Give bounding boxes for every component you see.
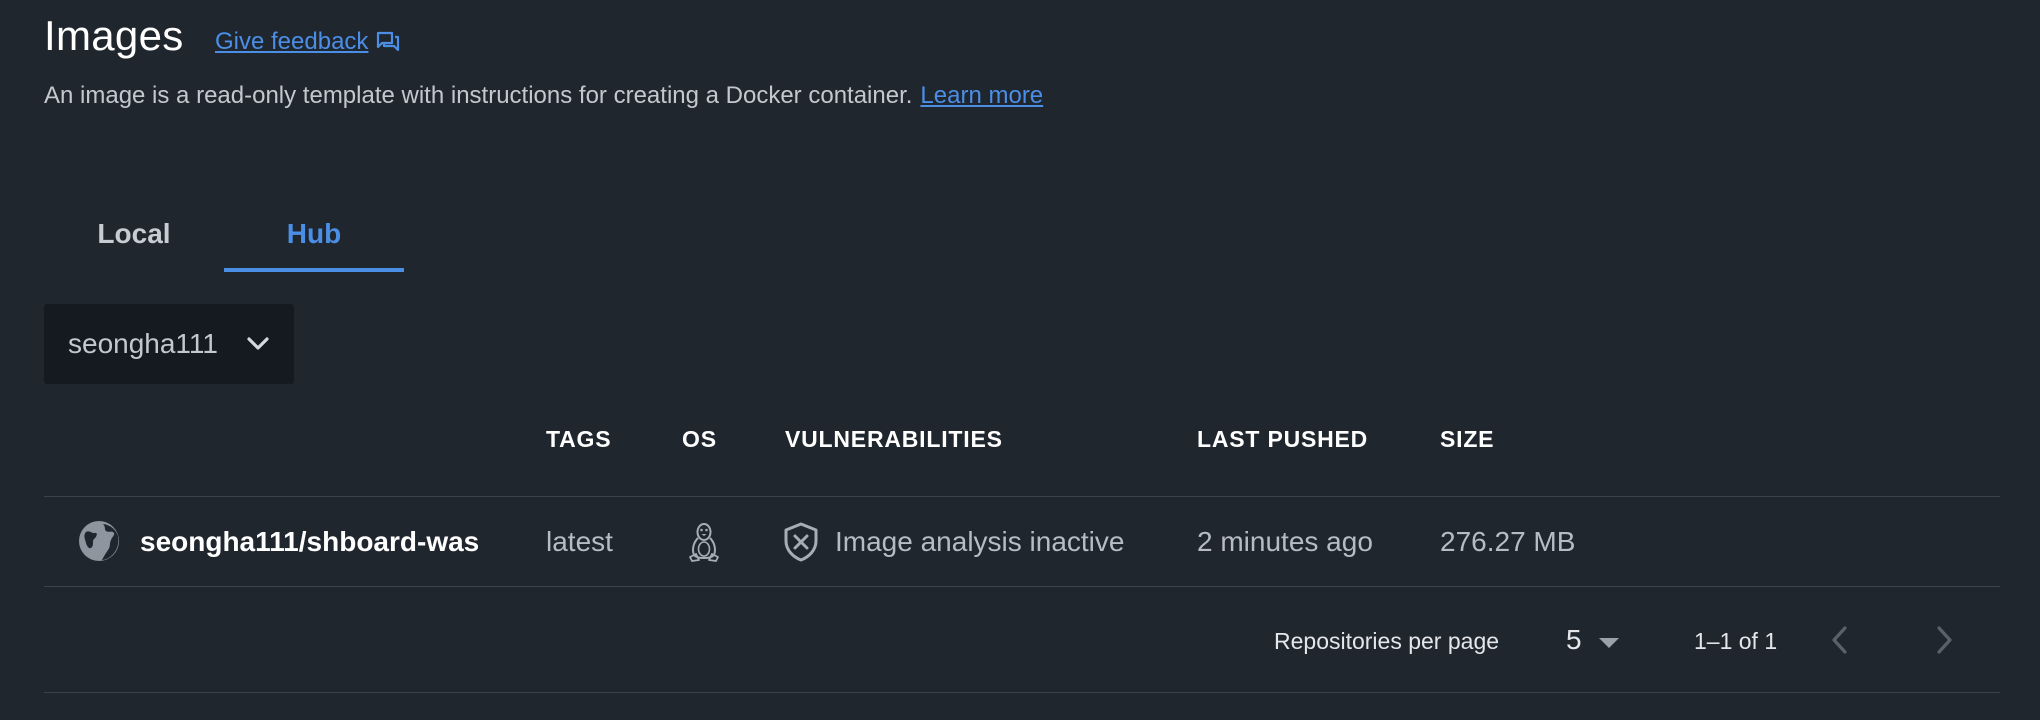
column-header-size[interactable]: SIZE: [1440, 424, 1494, 454]
vulnerabilities-cell: Image analysis inactive: [835, 526, 1125, 557]
rows-per-page-value: 5: [1566, 624, 1582, 655]
table-footer-divider: [44, 692, 2000, 693]
tag-cell: latest: [546, 526, 613, 557]
org-select-value: seongha111: [68, 328, 218, 359]
column-header-vulnerabilities[interactable]: VULNERABILITIES: [785, 424, 1003, 454]
org-select[interactable]: seongha111: [44, 304, 294, 384]
column-header-last-pushed[interactable]: LAST PUSHED: [1197, 424, 1368, 454]
rows-per-page-label: Repositories per page: [1274, 628, 1500, 654]
give-feedback-label: Give feedback: [215, 28, 369, 55]
pagination-range: 1–1 of 1: [1694, 628, 1778, 654]
table-row-divider: [44, 586, 2000, 587]
chevron-down-icon: [244, 330, 272, 358]
last-pushed-cell: 2 minutes ago: [1197, 526, 1373, 557]
chevron-left-icon: [1830, 625, 1850, 655]
previous-page-button[interactable]: [1820, 620, 1860, 660]
give-feedback-link[interactable]: Give feedback: [215, 26, 400, 58]
page-description: An image is a read-only template with in…: [44, 80, 1043, 112]
learn-more-link[interactable]: Learn more: [920, 82, 1043, 109]
rows-per-page-select[interactable]: 5: [1566, 620, 1620, 660]
repository-name[interactable]: seongha111/shboard-was: [140, 522, 479, 562]
globe-icon: [78, 520, 120, 562]
description-text: An image is a read-only template with in…: [44, 82, 913, 109]
tab-hub[interactable]: Hub: [224, 196, 404, 272]
column-header-os[interactable]: OS: [682, 424, 717, 454]
column-header-tags[interactable]: TAGS: [546, 424, 611, 454]
chevron-right-icon: [1934, 625, 1954, 655]
tab-local[interactable]: Local: [44, 196, 224, 272]
table-header-divider: [44, 496, 2000, 497]
feedback-icon: [376, 31, 400, 53]
caret-down-icon: [1598, 624, 1620, 656]
images-page: Images Give feedback An image is a read-…: [0, 0, 2040, 720]
page-title: Images: [44, 12, 184, 59]
repository-name-text: seongha111/shboard-was: [140, 526, 480, 557]
linux-tux-icon: [686, 522, 722, 562]
next-page-button[interactable]: [1924, 620, 1964, 660]
size-cell: 276.27 MB: [1440, 526, 1576, 557]
shield-x-icon: [782, 522, 820, 562]
